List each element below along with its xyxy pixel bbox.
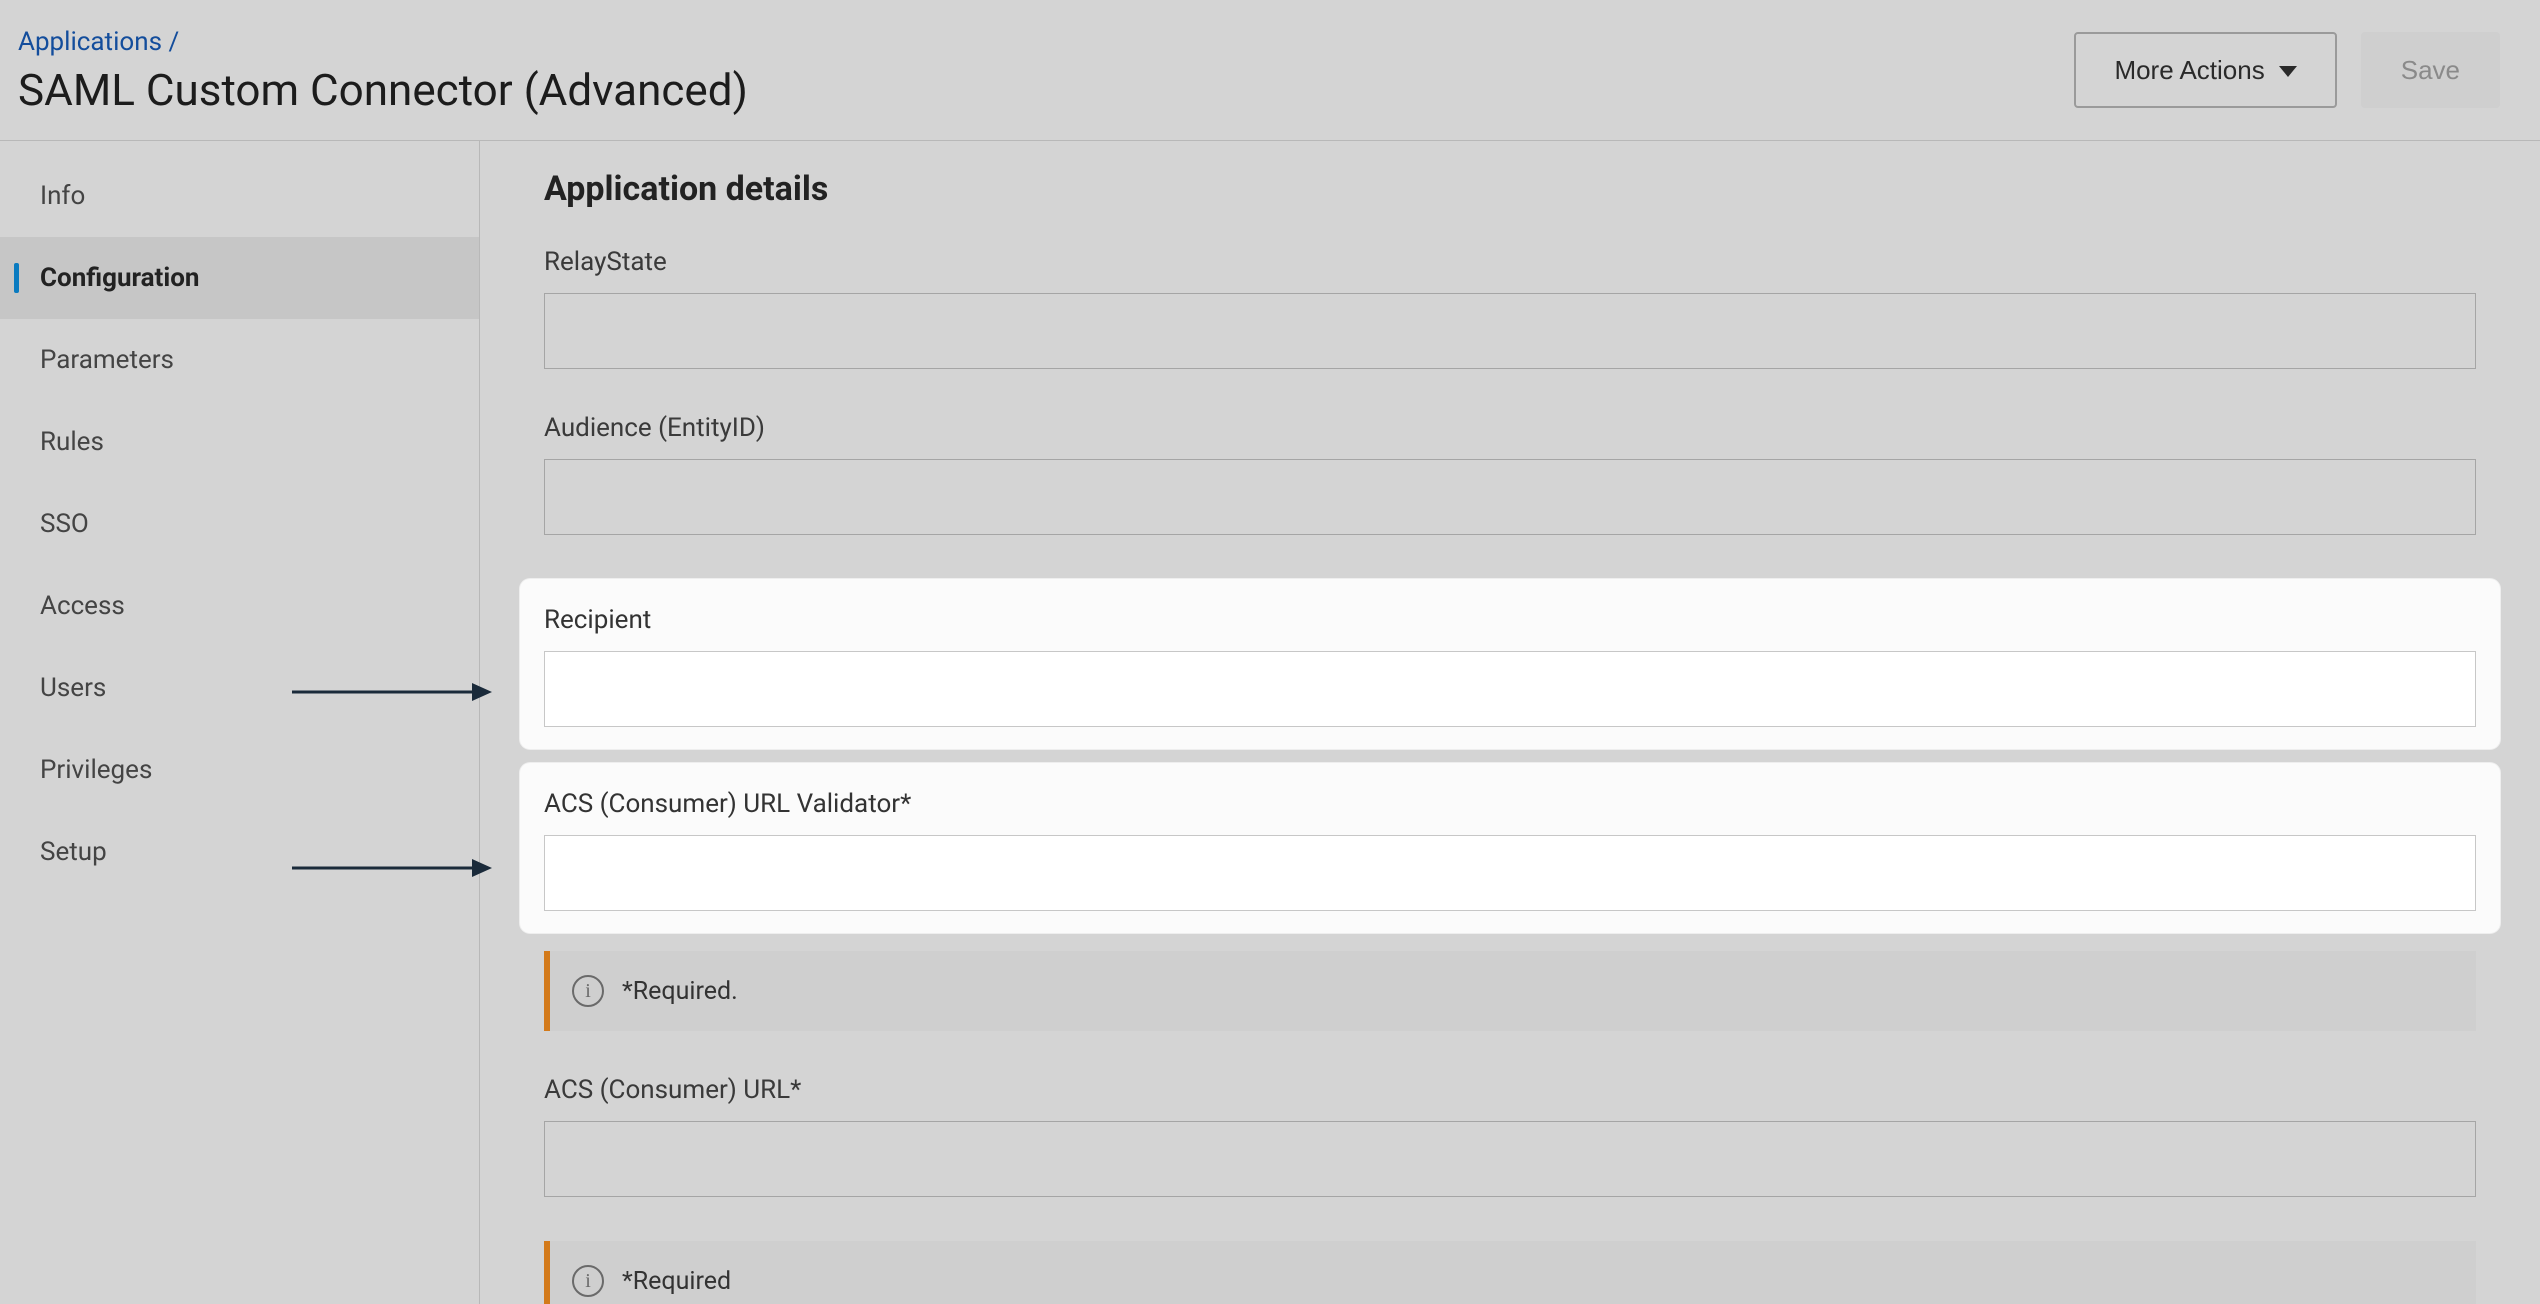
page-header: Applications / SAML Custom Connector (Ad… (0, 0, 2540, 141)
field-recipient: Recipient (544, 605, 2476, 727)
page-title: SAML Custom Connector (Advanced) (18, 66, 748, 114)
required-note-text: *Required (622, 1267, 731, 1296)
recipient-label: Recipient (544, 605, 2476, 635)
highlight-acs-validator: ACS (Consumer) URL Validator* (520, 763, 2500, 933)
sidebar: Info Configuration Parameters Rules SSO … (0, 141, 480, 1304)
info-icon: i (572, 1265, 604, 1297)
header-left: Applications / SAML Custom Connector (Ad… (18, 28, 748, 114)
save-label: Save (2401, 55, 2460, 86)
relay-state-input[interactable] (544, 293, 2476, 369)
sidebar-item-rules[interactable]: Rules (0, 401, 479, 483)
sidebar-item-access[interactable]: Access (0, 565, 479, 647)
sidebar-item-setup[interactable]: Setup (0, 811, 479, 893)
sidebar-item-label: Users (40, 673, 106, 703)
breadcrumb-applications-link[interactable]: Applications (18, 27, 162, 57)
more-actions-button[interactable]: More Actions (2074, 32, 2336, 108)
relay-state-label: RelayState (544, 247, 2476, 277)
acs-validator-label: ACS (Consumer) URL Validator* (544, 789, 2476, 819)
more-actions-label: More Actions (2114, 55, 2264, 86)
header-actions: More Actions Save (2074, 32, 2500, 108)
sidebar-item-label: Parameters (40, 345, 174, 375)
sidebar-item-label: Info (40, 181, 85, 211)
field-audience: Audience (EntityID) (544, 413, 2476, 535)
sidebar-item-parameters[interactable]: Parameters (0, 319, 479, 401)
page-root: Applications / SAML Custom Connector (Ad… (0, 0, 2540, 1304)
sidebar-item-info[interactable]: Info (0, 155, 479, 237)
acs-validator-input[interactable] (544, 835, 2476, 911)
sidebar-item-sso[interactable]: SSO (0, 483, 479, 565)
save-button[interactable]: Save (2361, 32, 2500, 108)
sidebar-item-label: Access (40, 591, 125, 621)
info-icon: i (572, 975, 604, 1007)
sidebar-item-label: Rules (40, 427, 104, 457)
highlight-recipient: Recipient (520, 579, 2500, 749)
sidebar-item-privileges[interactable]: Privileges (0, 729, 479, 811)
field-relay-state: RelayState (544, 247, 2476, 369)
sidebar-item-label: Privileges (40, 755, 152, 785)
breadcrumb-separator: / (168, 27, 179, 57)
breadcrumb: Applications / (18, 28, 748, 56)
recipient-input[interactable] (544, 651, 2476, 727)
sidebar-item-label: Setup (40, 837, 107, 867)
section-title: Application details (544, 169, 2476, 209)
sidebar-item-label: Configuration (40, 263, 199, 293)
required-note-2: i *Required (544, 1241, 2476, 1304)
audience-input[interactable] (544, 459, 2476, 535)
sidebar-item-users[interactable]: Users (0, 647, 479, 729)
field-acs-url: ACS (Consumer) URL* (544, 1075, 2476, 1197)
audience-label: Audience (EntityID) (544, 413, 2476, 443)
page-body: Info Configuration Parameters Rules SSO … (0, 141, 2540, 1304)
acs-url-label: ACS (Consumer) URL* (544, 1075, 2476, 1105)
required-note-text: *Required. (622, 977, 738, 1006)
field-acs-validator: ACS (Consumer) URL Validator* (544, 789, 2476, 911)
acs-url-input[interactable] (544, 1121, 2476, 1197)
required-note-1: i *Required. (544, 951, 2476, 1031)
sidebar-item-configuration[interactable]: Configuration (0, 237, 479, 319)
caret-down-icon (2279, 66, 2297, 77)
content-area: Application details RelayState Audience … (480, 141, 2540, 1304)
sidebar-item-label: SSO (40, 509, 89, 539)
